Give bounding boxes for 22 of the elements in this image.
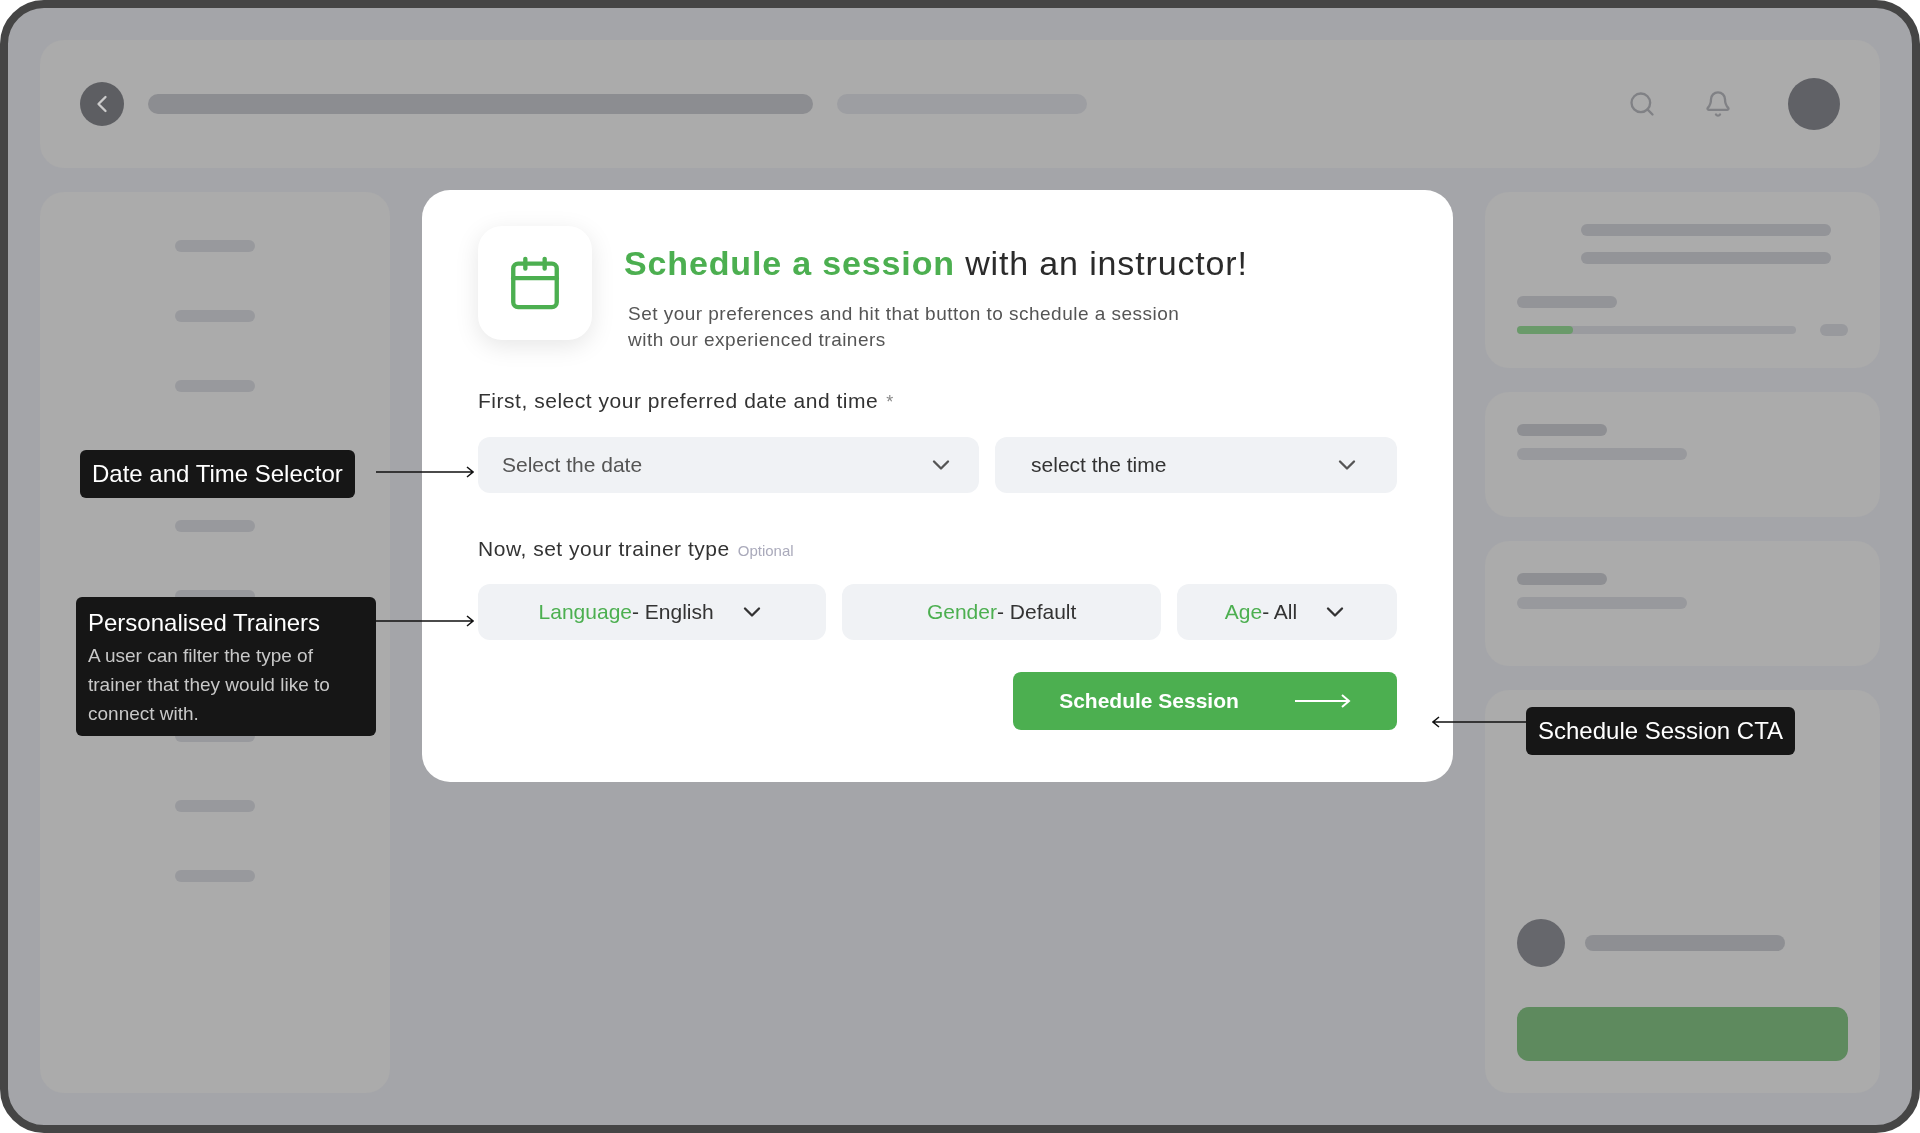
annotation-tooltip: Schedule Session CTA	[1526, 707, 1795, 755]
contact-button[interactable]	[1517, 1007, 1848, 1061]
trainer-type-label: Now, set your trainer type	[478, 535, 730, 562]
trainer-filter-select[interactable]: Gender- Default	[842, 584, 1161, 640]
optional-hint: Optional	[737, 540, 794, 561]
callout-description: A user can filter the type of trainer that they would like to connect with.	[88, 644, 331, 726]
date-select[interactable]: Select the date	[478, 436, 980, 493]
trainer-filter-select[interactable]: Language- English	[478, 584, 827, 640]
modal-title: Schedule a session with an instructor!	[624, 243, 1248, 284]
modal-subtitle: Set your preferences and hit that button to schedule a session with our experienced trainers	[628, 302, 1181, 352]
manager-avatar	[1517, 919, 1565, 967]
required-mark: *	[886, 391, 894, 414]
date-time-label: First, select your preferred date and time	[478, 388, 879, 414]
trainer-filter-select[interactable]: Age- All	[1176, 584, 1397, 640]
search-icon[interactable]	[1628, 90, 1656, 118]
annotation-tooltip: Date and Time Selector	[80, 450, 355, 498]
notification-icon[interactable]	[1704, 90, 1732, 118]
callout-title: Personalised Trainers	[88, 608, 322, 638]
back-icon[interactable]	[80, 82, 124, 126]
avatar[interactable]	[1788, 78, 1840, 130]
time-select[interactable]: select the time	[995, 436, 1397, 493]
arrow-right-icon	[1294, 694, 1351, 708]
